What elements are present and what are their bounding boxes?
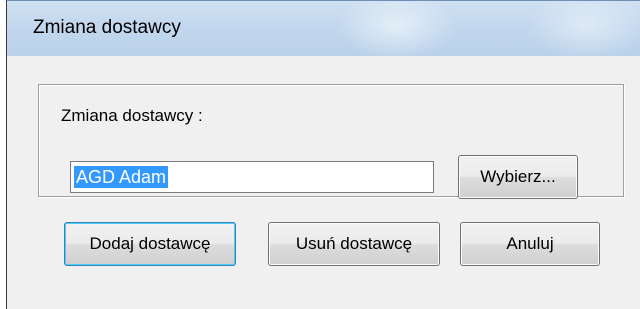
supplier-group: Zmiana dostawcy : AGD Adam Wybierz... [38,84,624,199]
title-bar-glow [527,1,640,56]
window-title: Zmiana dostawcy [33,17,181,38]
title-bar-glow [337,1,457,56]
title-bar[interactable]: Zmiana dostawcy [7,1,640,56]
dialog-window: Zmiana dostawcy Zmiana dostawcy : AGD Ad… [6,0,640,309]
choose-button[interactable]: Wybierz... [458,155,578,199]
supplier-label: Zmiana dostawcy : [61,106,203,125]
dialog-body: Zmiana dostawcy : AGD Adam Wybierz... Do… [24,56,624,309]
remove-supplier-button[interactable]: Usuń dostawcę [268,222,440,266]
cancel-button[interactable]: Anuluj [460,222,600,266]
add-supplier-button[interactable]: Dodaj dostawcę [64,222,236,266]
supplier-input-value: AGD Adam [74,166,169,188]
supplier-input[interactable]: AGD Adam [70,161,434,193]
